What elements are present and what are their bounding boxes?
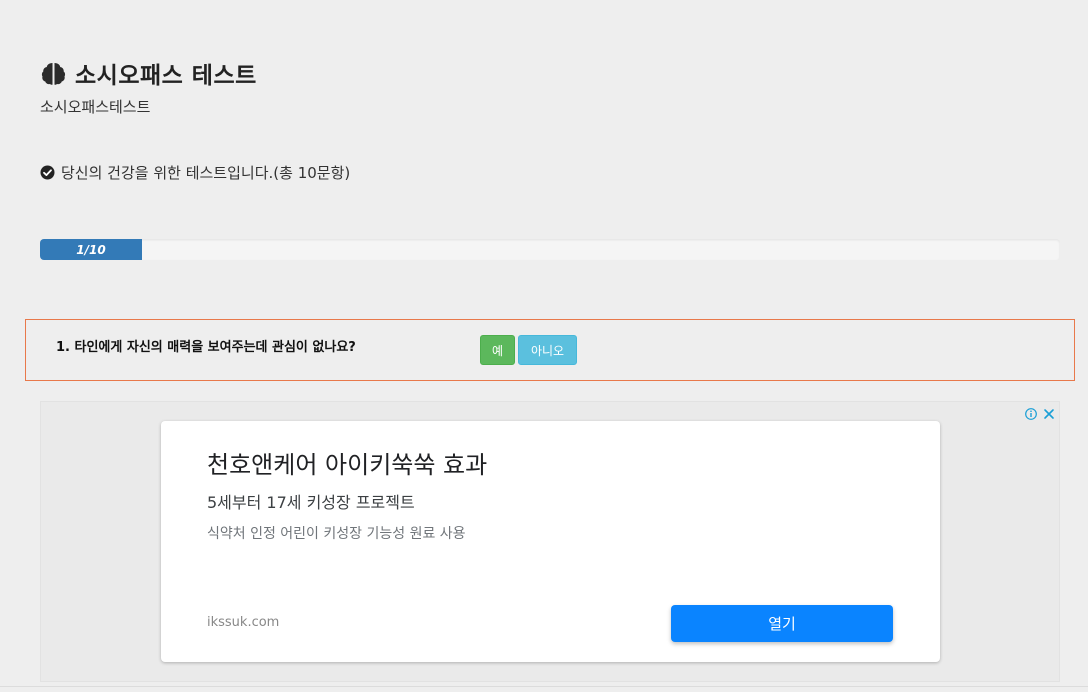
progress-fill: 1/10 [40,239,142,260]
title-row: 소시오패스 테스트 [40,56,257,90]
progress-bar: 1/10 [40,239,1060,260]
ad-controls [1025,405,1055,420]
brain-icon [40,60,67,87]
info-text: 당신의 건강을 위한 테스트입니다.(총 10문항) [61,164,351,182]
ad-container: 천호앤케어 아이키쑥쑥 효과 5세부터 17세 키성장 프로젝트 식약처 인정 … [40,401,1060,682]
yes-button[interactable]: 예 [480,335,515,365]
progress-label: 1/10 [76,242,106,257]
check-circle-icon [40,165,55,180]
ad-description: 식약처 인정 어린이 키성장 기능성 원료 사용 [207,526,466,542]
ad-domain[interactable]: ikssuk.com [207,615,279,630]
ad-subhead: 5세부터 17세 키성장 프로젝트 [207,493,415,512]
question-card: 1. 타인에게 자신의 매력을 보여주는데 관심이 없나요? 예 아니오 [25,319,1075,381]
info-line: 당신의 건강을 위한 테스트입니다.(총 10문항) [40,162,350,183]
ad-open-button[interactable]: 열기 [671,605,893,642]
bottom-divider [0,686,1088,687]
page: 소시오패스 테스트 소시오패스테스트 당신의 건강을 위한 테스트입니다.(총 … [0,0,1088,692]
ad-card[interactable]: 천호앤케어 아이키쑥쑥 효과 5세부터 17세 키성장 프로젝트 식약처 인정 … [161,421,940,662]
question-text: 1. 타인에게 자신의 매력을 보여주는데 관심이 없나요? [56,340,356,355]
page-title: 소시오패스 테스트 [75,63,257,89]
info-icon[interactable] [1025,405,1037,420]
page-subtitle: 소시오패스테스트 [40,98,151,116]
ad-headline[interactable]: 천호앤케어 아이키쑥쑥 효과 [207,445,487,480]
close-icon[interactable] [1043,405,1055,419]
no-button[interactable]: 아니오 [518,335,577,365]
